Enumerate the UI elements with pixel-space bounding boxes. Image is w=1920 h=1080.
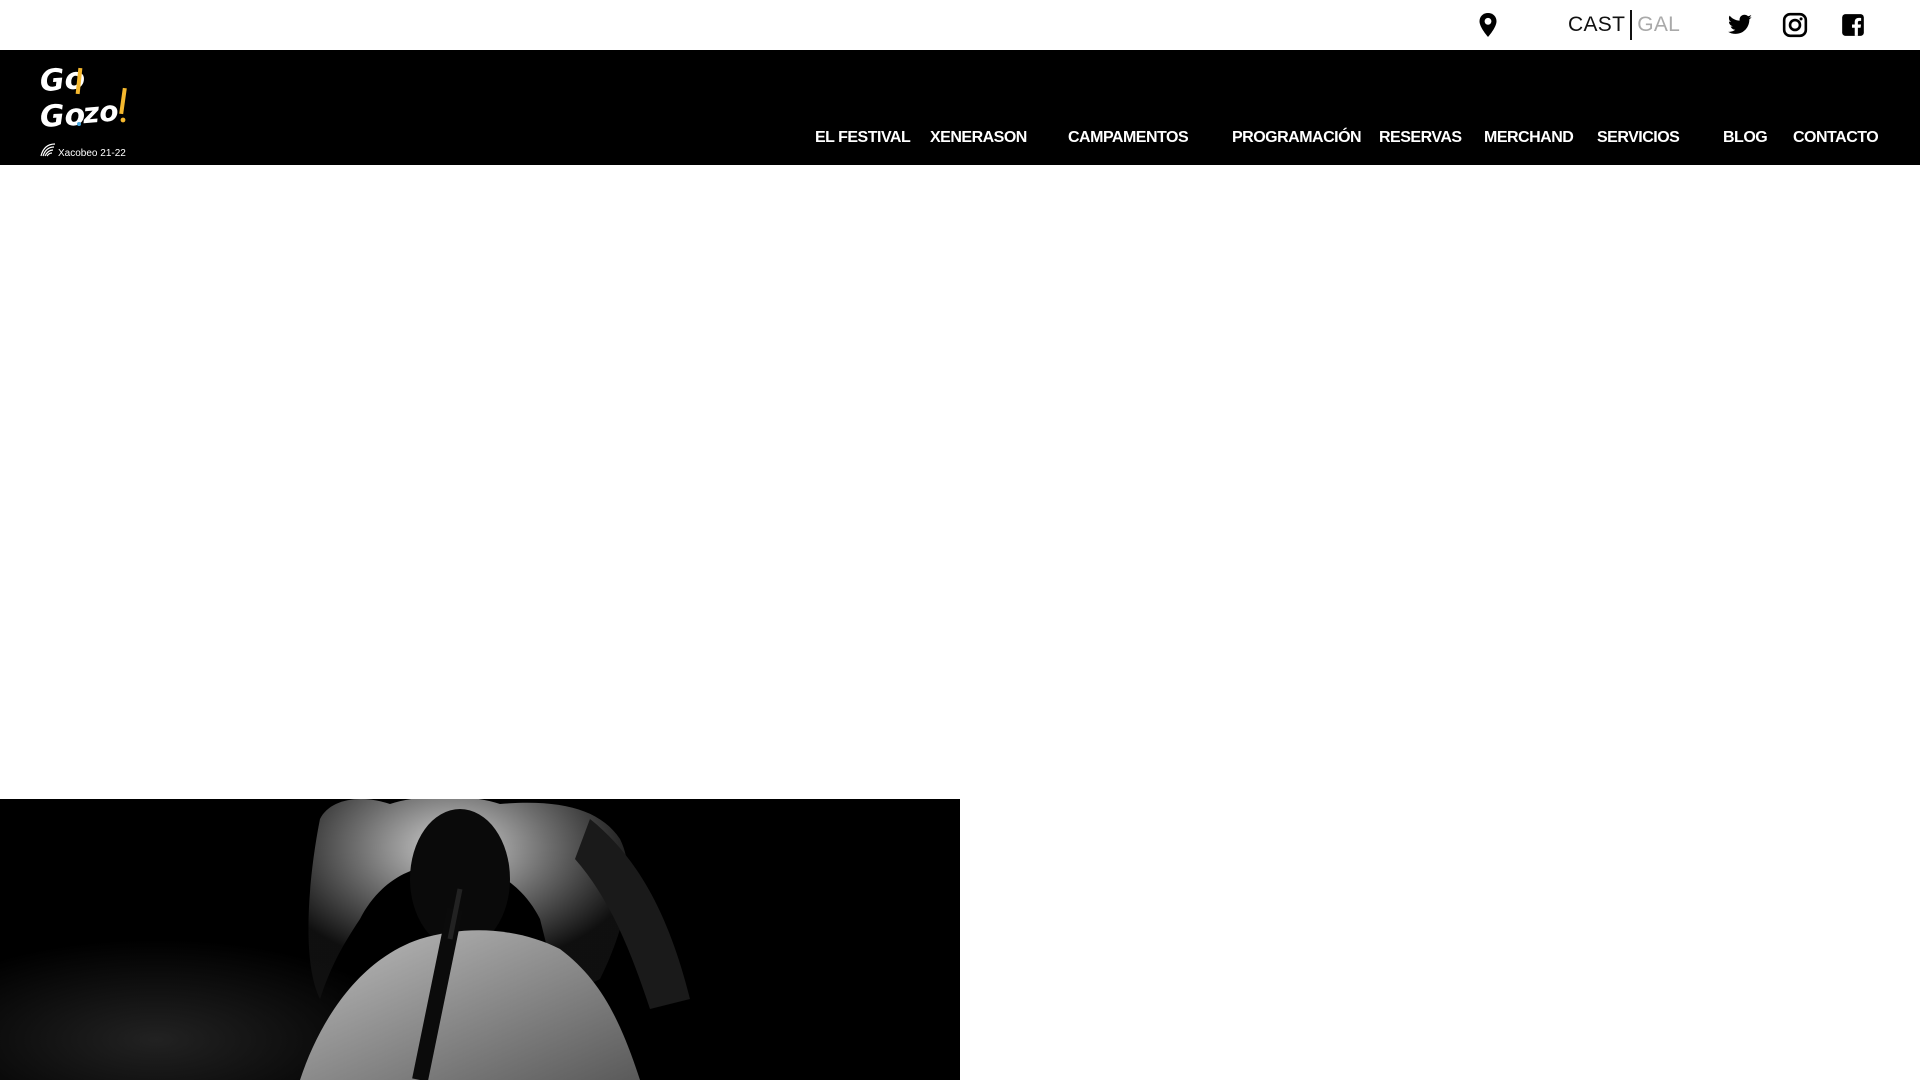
- svg-text:Xacobeo 21-22: Xacobeo 21-22: [58, 148, 126, 159]
- nav-reservas[interactable]: RESERVAS: [1379, 129, 1462, 147]
- nav-campamentos[interactable]: CAMPAMENTOS: [1068, 129, 1189, 147]
- svg-text:zo: zo: [80, 94, 119, 130]
- svg-text:Go: Go: [39, 98, 86, 135]
- facebook-icon[interactable]: [1840, 12, 1866, 38]
- language-switcher: CAST GAL: [1568, 10, 1680, 40]
- hero-photo: [0, 799, 960, 1080]
- nav-xenerason[interactable]: XENERASON: [930, 129, 1027, 147]
- nav-programacion[interactable]: PROGRAMACIÓN: [1232, 129, 1362, 147]
- language-gal-link[interactable]: GAL: [1632, 13, 1680, 37]
- gogozo-logo[interactable]: Go Go zo Xacobeo 21-22: [38, 58, 138, 162]
- twitter-icon[interactable]: [1727, 12, 1753, 38]
- nav-contacto[interactable]: CONTACTO: [1793, 129, 1879, 147]
- map-pin-icon[interactable]: [1478, 12, 1498, 38]
- main-header: Go Go zo Xacobeo 21-22 EL FESTIVAL XENER…: [0, 50, 1920, 165]
- nav-merchand[interactable]: MERCHAND: [1484, 129, 1574, 147]
- top-utility-bar: CAST GAL: [0, 0, 1920, 50]
- nav-servicios[interactable]: SERVICIOS: [1597, 129, 1680, 147]
- nav-blog[interactable]: BLOG: [1723, 129, 1768, 147]
- language-cast-link[interactable]: CAST: [1568, 13, 1630, 37]
- nav-el-festival[interactable]: EL FESTIVAL: [815, 129, 911, 147]
- instagram-icon[interactable]: [1782, 12, 1808, 38]
